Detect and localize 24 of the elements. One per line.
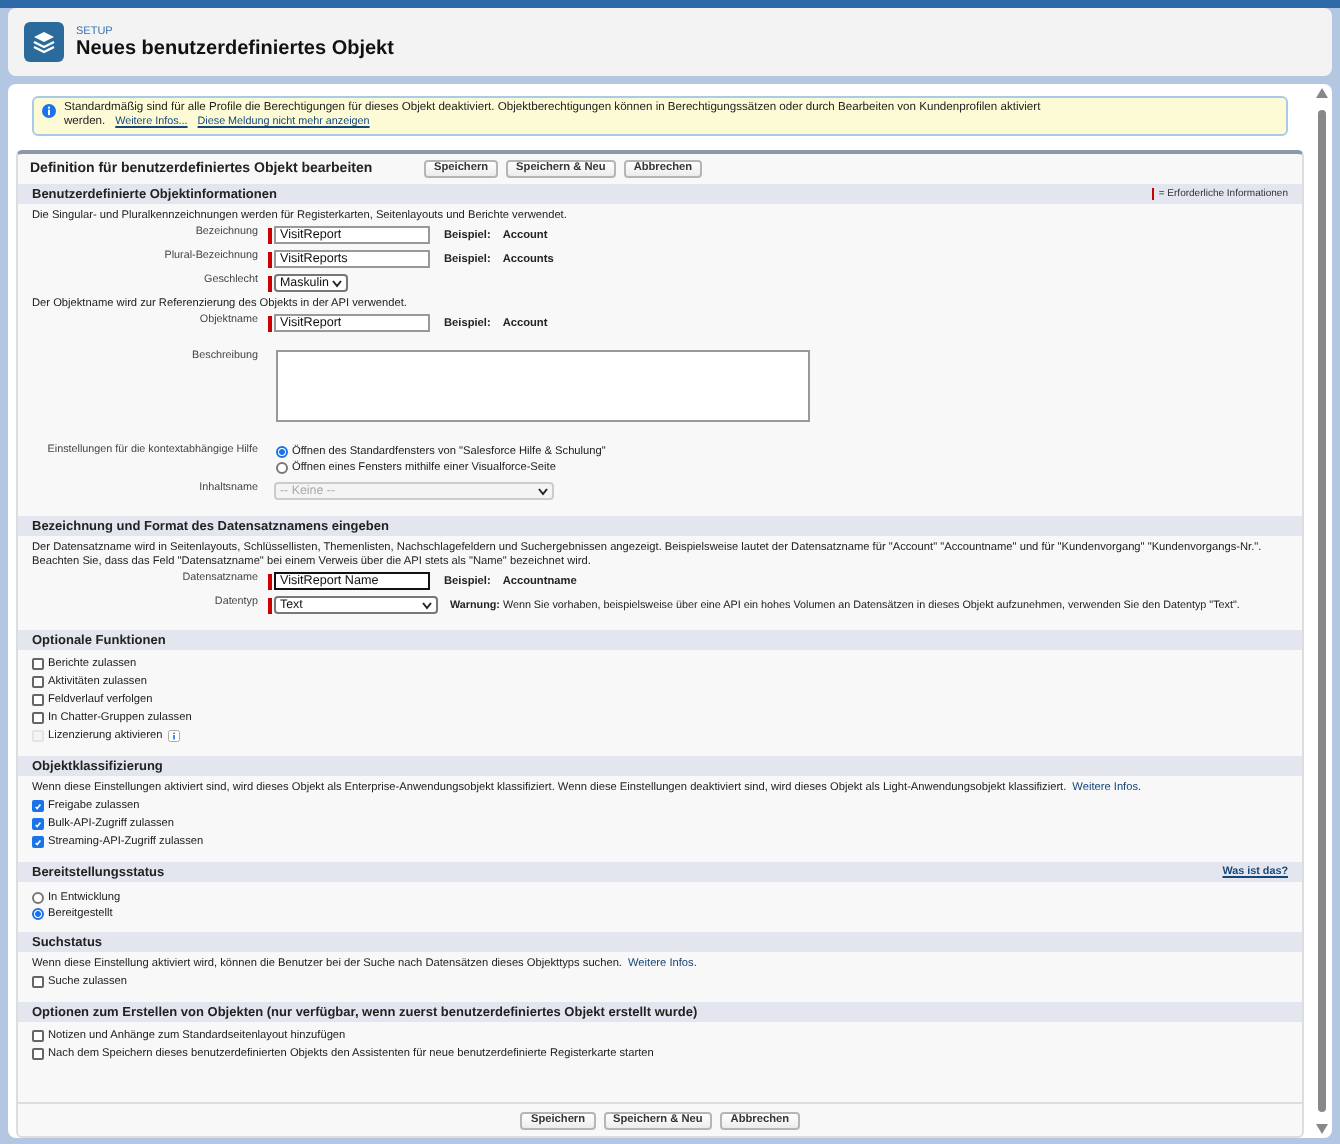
radio-button[interactable]: [276, 461, 288, 473]
checkbox[interactable]: [32, 1030, 44, 1042]
page-title: Neues benutzerdefiniertes Objekt: [76, 37, 394, 59]
description-textarea[interactable]: [276, 350, 810, 422]
checkbox[interactable]: [32, 1048, 44, 1060]
scroll-down-icon[interactable]: [1316, 1124, 1328, 1134]
radio-button[interactable]: [276, 445, 288, 457]
checkbox[interactable]: [32, 836, 44, 848]
checkbox[interactable]: [32, 694, 44, 706]
checkbox[interactable]: [32, 800, 44, 812]
caret-icon: [538, 487, 548, 495]
checkbox[interactable]: [32, 712, 44, 724]
info-icon: [42, 104, 56, 118]
checkbox[interactable]: [32, 976, 44, 988]
checkbox[interactable]: [32, 676, 44, 688]
layers-icon: [24, 22, 64, 62]
scroll-up-icon[interactable]: [1316, 88, 1328, 98]
radio-button[interactable]: [32, 907, 44, 919]
caret-icon: [422, 601, 432, 609]
checkbox[interactable]: [32, 658, 44, 670]
radio-button[interactable]: [32, 891, 44, 903]
scrollbar-thumb[interactable]: [1318, 110, 1326, 1112]
checkbox[interactable]: [32, 818, 44, 830]
caret-icon: [332, 279, 343, 287]
